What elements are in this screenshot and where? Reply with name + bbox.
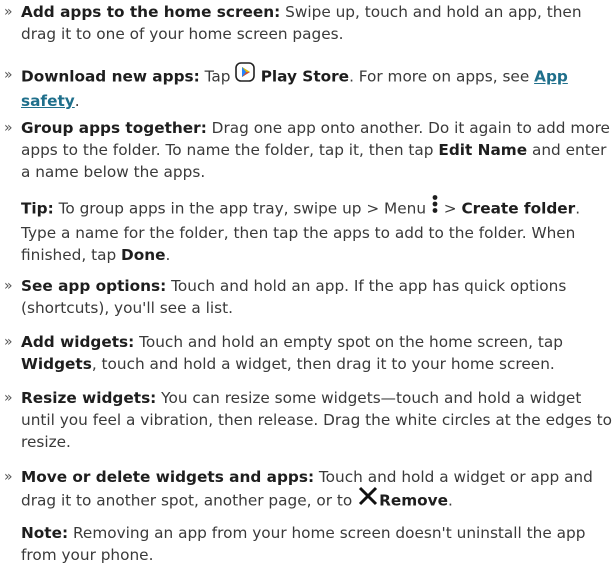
item-text: Resize widgets: You can resize some widg…: [21, 387, 612, 453]
bullet-marker: »: [4, 469, 13, 485]
item-label: Add widgets:: [21, 333, 135, 351]
item-body: Tap: [199, 67, 236, 86]
note-paragraph: Note: Removing an app from your home scr…: [21, 522, 612, 566]
item-body: .: [74, 92, 80, 110]
bullet-marker: »: [4, 67, 13, 83]
tip-paragraph: Tip: To group apps in the app tray, swip…: [21, 194, 612, 266]
item-text: Add apps to the home screen: Swipe up, t…: [21, 1, 612, 45]
item-body: Touch and hold an empty spot on the home…: [134, 333, 563, 351]
item-label: Group apps together:: [21, 119, 207, 137]
bullet-marker: »: [4, 334, 13, 350]
bullet-marker: »: [4, 278, 13, 294]
bullet-marker: »: [4, 390, 13, 406]
item-label: See app options:: [21, 277, 167, 295]
bullet-marker: »: [4, 120, 13, 136]
item-body: . For more on apps, see: [349, 67, 535, 86]
item-text: See app options: Touch and hold an app. …: [21, 275, 612, 319]
item-label: Download new apps:: [21, 67, 200, 86]
item-label: Move or delete widgets and apps:: [21, 468, 315, 486]
list-item-move-delete: » Move or delete widgets and apps: Touch…: [0, 466, 612, 514]
tip-label: Tip:: [21, 199, 54, 218]
list-item-group-apps: » Group apps together: Drag one app onto…: [0, 117, 612, 183]
list-item-download-apps: » Download new apps: Tap Play Store. For…: [0, 62, 612, 112]
item-body: .: [448, 491, 453, 510]
menu-dots-icon: [431, 194, 439, 220]
tip-body: To group apps in the app tray, swipe up …: [53, 199, 431, 218]
note-label: Note:: [21, 524, 69, 542]
item-body: , touch and hold a widget, then drag it …: [91, 355, 555, 373]
remove-label: Remove: [379, 491, 449, 510]
tip-body: >: [438, 199, 462, 218]
play-store-icon: [235, 62, 256, 88]
list-item-add-widgets: » Add widgets: Touch and hold an empty s…: [0, 331, 612, 375]
close-icon: [357, 486, 379, 512]
item-label: Resize widgets:: [21, 389, 157, 407]
tip-body: .: [165, 246, 171, 264]
document-page: » Add apps to the home screen: Swipe up,…: [0, 0, 614, 565]
list-item-app-options: » See app options: Touch and hold an app…: [0, 275, 612, 319]
list-item-resize-widgets: » Resize widgets: You can resize some wi…: [0, 387, 612, 453]
edit-name-label: Edit Name: [438, 141, 528, 159]
item-text: Download new apps: Tap Play Store. For m…: [21, 62, 612, 112]
list-item-add-apps: » Add apps to the home screen: Swipe up,…: [0, 1, 612, 45]
widgets-label: Widgets: [21, 355, 92, 373]
create-folder-label: Create folder: [461, 199, 576, 218]
item-text: Move or delete widgets and apps: Touch a…: [21, 466, 612, 514]
item-label: Add apps to the home screen:: [21, 3, 281, 21]
item-text: Group apps together: Drag one app onto a…: [21, 117, 612, 183]
note-body: Removing an app from your home screen do…: [21, 524, 586, 564]
play-store-label: Play Store: [255, 67, 350, 86]
item-text: Add widgets: Touch and hold an empty spo…: [21, 331, 612, 375]
done-label: Done: [121, 246, 166, 264]
bullet-marker: »: [4, 4, 13, 20]
